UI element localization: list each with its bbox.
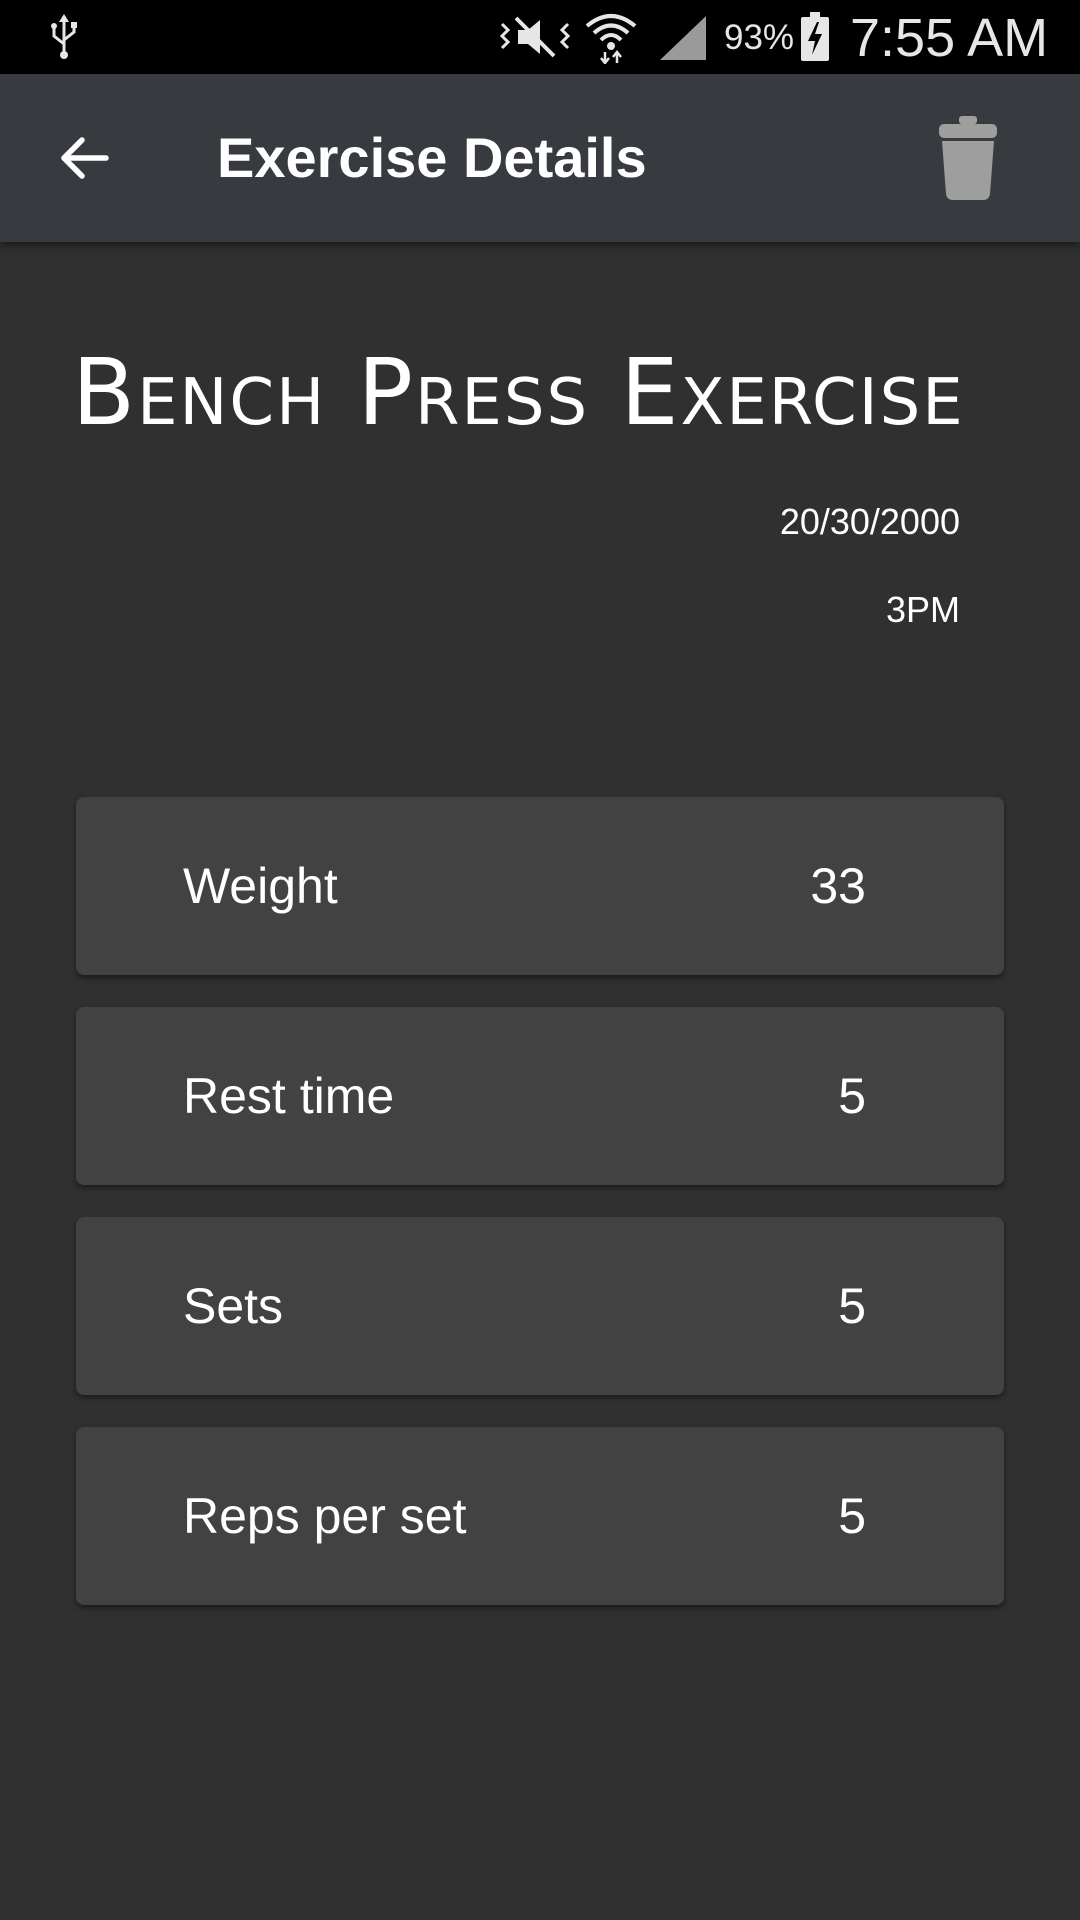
app-bar: Exercise Details [0, 74, 1080, 242]
sets-card: Sets 5 [76, 1217, 1004, 1395]
weight-card: Weight 33 [76, 797, 1004, 975]
back-button[interactable] [40, 114, 128, 202]
page-title: Exercise Details [217, 126, 647, 189]
exercise-name: Bench Press Exercise [72, 339, 965, 446]
wifi-icon [585, 14, 637, 64]
arrow-back-icon [61, 137, 109, 179]
clock: 7:55 AM [850, 8, 1049, 68]
exercise-date: 20/30/2000 [779, 501, 960, 542]
rest-time-value: 5 [838, 1068, 866, 1124]
mute-vibrate-icon [499, 16, 571, 58]
delete-button[interactable] [924, 110, 1012, 206]
reps-per-set-card: Reps per set 5 [76, 1427, 1004, 1605]
weight-value: 33 [810, 858, 866, 914]
weight-label: Weight [183, 858, 338, 914]
reps-per-set-label: Reps per set [183, 1488, 467, 1544]
sets-value: 5 [838, 1278, 866, 1334]
status-bar: 93% 7:55 AM [0, 0, 1080, 74]
signal-icon [660, 16, 706, 60]
battery-percent: 93% [724, 18, 795, 57]
usb-icon [51, 14, 77, 59]
battery-charging-icon [801, 12, 829, 61]
reps-per-set-value: 5 [838, 1488, 866, 1544]
trash-icon [939, 116, 997, 200]
rest-time-card: Rest time 5 [76, 1007, 1004, 1185]
sets-label: Sets [183, 1278, 284, 1334]
exercise-time: 3PM [885, 589, 960, 630]
rest-time-label: Rest time [183, 1068, 395, 1124]
